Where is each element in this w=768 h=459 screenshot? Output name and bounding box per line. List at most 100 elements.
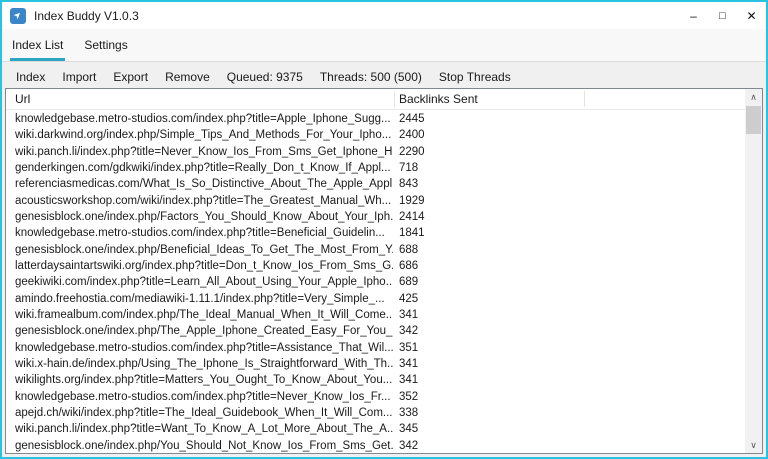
table-row[interactable]: latterdaysaintartswiki.org/index.php?tit… — [6, 258, 745, 274]
table-row[interactable]: wiki.x-hain.de/index.php/Using_The_Iphon… — [6, 356, 745, 372]
url-table: Url Backlinks Sent knowledgebase.metro-s… — [5, 88, 763, 454]
column-header-backlinks-sent[interactable]: Backlinks Sent — [399, 89, 478, 110]
tab-bar: Index List Settings — [2, 29, 766, 61]
table-row[interactable]: knowledgebase.metro-studios.com/index.ph… — [6, 111, 745, 127]
table-body: knowledgebase.metro-studios.com/index.ph… — [6, 111, 745, 453]
import-button[interactable]: Import — [62, 70, 96, 84]
table-row[interactable]: knowledgebase.metro-studios.com/index.ph… — [6, 389, 745, 405]
chevron-up-icon: ∧ — [750, 92, 757, 103]
table-row[interactable]: wiki.darkwind.org/index.php/Simple_Tips_… — [6, 127, 745, 143]
title-bar: ➤ Index Buddy V1.0.3 – □ ✕ — [2, 2, 766, 29]
row-backlinks: 341 — [399, 372, 418, 388]
row-url: genesisblock.one/index.php/The_Apple_Iph… — [15, 323, 393, 339]
table-row[interactable]: wiki.panch.li/index.php?title=Want_To_Kn… — [6, 421, 745, 437]
row-url: acousticsworkshop.com/wiki/index.php?tit… — [15, 193, 393, 209]
window-title: Index Buddy V1.0.3 — [34, 9, 139, 23]
row-backlinks: 345 — [399, 421, 418, 437]
queued-count-label: Queued: 9375 — [227, 70, 303, 84]
row-backlinks: 688 — [399, 242, 418, 258]
column-divider[interactable] — [394, 91, 395, 107]
tab-settings-label: Settings — [84, 38, 127, 52]
minimize-button[interactable]: – — [679, 2, 708, 29]
tab-index-list-label: Index List — [12, 38, 63, 52]
table-row[interactable]: knowledgebase.metro-studios.com/index.ph… — [6, 340, 745, 356]
window-controls: – □ ✕ — [679, 2, 766, 29]
table-row[interactable]: knowledgebase.metro-studios.com/index.ph… — [6, 225, 745, 241]
close-button[interactable]: ✕ — [737, 2, 766, 29]
vertical-scrollbar[interactable]: ∧ ∨ — [745, 89, 762, 453]
toolbar: Index Import Export Remove Queued: 9375 … — [2, 64, 766, 90]
row-backlinks: 689 — [399, 274, 418, 290]
row-url: genderkingen.com/gdkwiki/index.php?title… — [15, 160, 393, 176]
tab-settings[interactable]: Settings — [82, 29, 129, 61]
row-backlinks: 2414 — [399, 209, 425, 225]
threads-count-label: Threads: 500 (500) — [320, 70, 422, 84]
close-icon: ✕ — [746, 9, 756, 23]
row-url: wiki.darkwind.org/index.php/Simple_Tips_… — [15, 127, 393, 143]
row-backlinks: 341 — [399, 356, 418, 372]
table-header: Url Backlinks Sent — [6, 89, 745, 110]
row-backlinks: 2400 — [399, 127, 425, 143]
row-backlinks: 341 — [399, 307, 418, 323]
row-url: knowledgebase.metro-studios.com/index.ph… — [15, 389, 393, 405]
scrollbar-thumb[interactable] — [746, 106, 761, 134]
row-url: wiki.panch.li/index.php?title=Want_To_Kn… — [15, 421, 393, 437]
row-url: knowledgebase.metro-studios.com/index.ph… — [15, 340, 393, 356]
row-url: genesisblock.one/index.php/Beneficial_Id… — [15, 242, 393, 258]
table-row[interactable]: genesisblock.one/index.php/You_Should_No… — [6, 438, 745, 453]
stop-threads-button[interactable]: Stop Threads — [439, 70, 511, 84]
table-row[interactable]: wiki.framealbum.com/index.php/The_Ideal_… — [6, 307, 745, 323]
table-row[interactable]: genesisblock.one/index.php/The_Apple_Iph… — [6, 323, 745, 339]
row-url: apejd.ch/wiki/index.php?title=The_Ideal_… — [15, 405, 393, 421]
row-url: wiki.framealbum.com/index.php/The_Ideal_… — [15, 307, 393, 323]
row-url: wikilights.org/index.php?title=Matters_Y… — [15, 372, 393, 388]
maximize-button[interactable]: □ — [708, 2, 737, 29]
row-backlinks: 686 — [399, 258, 418, 274]
row-url: genesisblock.one/index.php/You_Should_No… — [15, 438, 393, 453]
row-backlinks: 1929 — [399, 193, 425, 209]
row-url: knowledgebase.metro-studios.com/index.ph… — [15, 111, 393, 127]
scroll-up-button[interactable]: ∧ — [745, 89, 762, 105]
row-url: genesisblock.one/index.php/Factors_You_S… — [15, 209, 393, 225]
row-backlinks: 843 — [399, 176, 418, 192]
row-backlinks: 2445 — [399, 111, 425, 127]
table-row[interactable]: genesisblock.one/index.php/Factors_You_S… — [6, 209, 745, 225]
row-url: geekiwiki.com/index.php?title=Learn_All_… — [15, 274, 393, 290]
row-url: latterdaysaintartswiki.org/index.php?tit… — [15, 258, 393, 274]
table-row[interactable]: wikilights.org/index.php?title=Matters_Y… — [6, 372, 745, 388]
table-row[interactable]: referenciasmedicas.com/What_Is_So_Distin… — [6, 176, 745, 192]
table-row[interactable]: acousticsworkshop.com/wiki/index.php?tit… — [6, 193, 745, 209]
scroll-down-button[interactable]: ∨ — [745, 437, 762, 453]
row-backlinks: 342 — [399, 323, 418, 339]
content-area: Index Import Export Remove Queued: 9375 … — [2, 61, 766, 457]
remove-button[interactable]: Remove — [165, 70, 210, 84]
tab-index-list[interactable]: Index List — [10, 29, 65, 61]
paper-plane-icon: ➤ — [11, 9, 24, 22]
row-backlinks: 338 — [399, 405, 418, 421]
row-url: amindo.freehostia.com/mediawiki-1.11.1/i… — [15, 291, 393, 307]
table-row[interactable]: apejd.ch/wiki/index.php?title=The_Ideal_… — [6, 405, 745, 421]
column-header-url[interactable]: Url — [15, 89, 30, 110]
row-backlinks: 351 — [399, 340, 418, 356]
chevron-down-icon: ∨ — [750, 440, 757, 451]
table-row[interactable]: amindo.freehostia.com/mediawiki-1.11.1/i… — [6, 291, 745, 307]
table-row[interactable]: genderkingen.com/gdkwiki/index.php?title… — [6, 160, 745, 176]
index-button[interactable]: Index — [16, 70, 45, 84]
minimize-icon: – — [690, 9, 697, 23]
row-backlinks: 342 — [399, 438, 418, 453]
row-backlinks: 425 — [399, 291, 418, 307]
row-url: knowledgebase.metro-studios.com/index.ph… — [15, 225, 393, 241]
row-backlinks: 1841 — [399, 225, 425, 241]
table-row[interactable]: genesisblock.one/index.php/Beneficial_Id… — [6, 242, 745, 258]
row-backlinks: 2290 — [399, 144, 425, 160]
maximize-icon: □ — [719, 10, 726, 22]
table-row[interactable]: wiki.panch.li/index.php?title=Never_Know… — [6, 144, 745, 160]
row-backlinks: 352 — [399, 389, 418, 405]
export-button[interactable]: Export — [113, 70, 148, 84]
column-divider[interactable] — [584, 91, 585, 107]
app-icon: ➤ — [10, 8, 26, 24]
row-backlinks: 718 — [399, 160, 418, 176]
row-url: wiki.x-hain.de/index.php/Using_The_Iphon… — [15, 356, 393, 372]
app-window: ➤ Index Buddy V1.0.3 – □ ✕ Index List Se… — [0, 0, 768, 459]
table-row[interactable]: geekiwiki.com/index.php?title=Learn_All_… — [6, 274, 745, 290]
